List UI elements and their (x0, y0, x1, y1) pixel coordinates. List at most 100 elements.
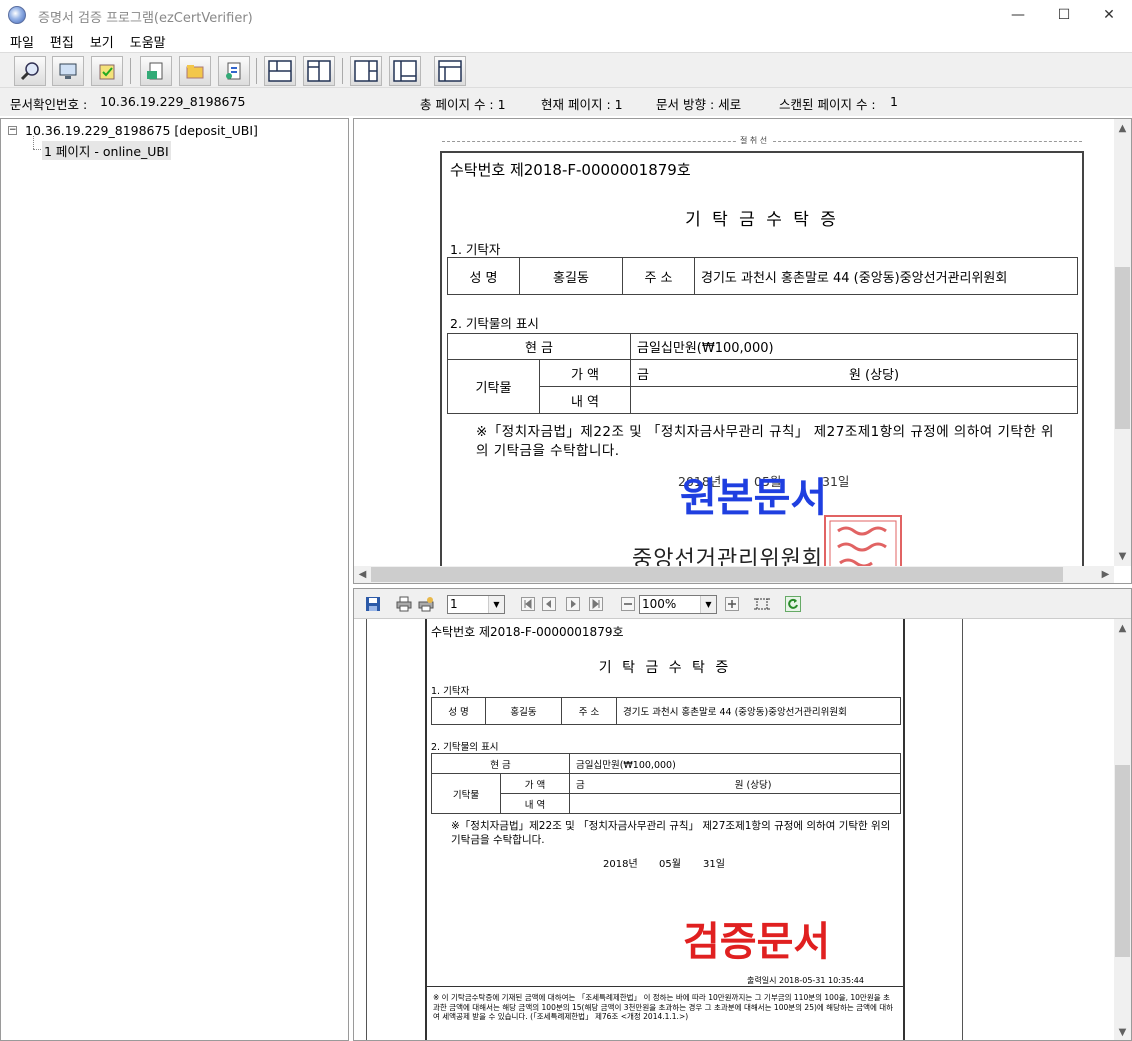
verify-button[interactable] (91, 56, 123, 86)
value-label: 가 액 (539, 359, 631, 387)
save-icon (366, 597, 380, 611)
top-horizontal-scrollbar[interactable]: ◀ ▶ (354, 566, 1114, 583)
top-vertical-scrollbar[interactable]: ▲ ▼ (1114, 119, 1131, 566)
tree-page-node[interactable]: 1 페이지 - online_UBI (42, 141, 171, 160)
value-suffix: 원 (상당) (734, 779, 772, 791)
deposit-table: 현 금 금일십만원(₩100,000) 기탁물 가 액 금 원 (상당) 내 역 (431, 753, 901, 814)
legal-note: ※「정치자금법」제22조 및 「정치자금사무관리 규칙」 제27조제1항의 규정… (476, 424, 1054, 459)
layout-horizontal-button[interactable] (264, 56, 296, 86)
monitor-icon (59, 63, 77, 79)
bottom-vertical-scrollbar[interactable]: ▲ ▼ (1114, 619, 1131, 1040)
save-button[interactable] (365, 596, 381, 612)
zoom-select[interactable]: 100% ▼ (639, 595, 717, 614)
deposit-table: 현 금 금일십만원(₩100,000) 기탁물 가 액 금 원 (상당) 내 역 (447, 333, 1078, 414)
open-folder-button[interactable] (179, 56, 211, 86)
refresh-button[interactable] (785, 596, 801, 612)
chevron-down-icon[interactable]: ▼ (700, 596, 716, 613)
viewer-toolbar: 1 ▼ 100% ▼ (354, 589, 1131, 619)
cut-line-label: 절 취 선 (736, 135, 772, 146)
scroll-left-arrow[interactable]: ◀ (354, 569, 371, 580)
doc-id-label: 문서확인번호 : (10, 97, 88, 112)
tree-collapse-toggle[interactable]: − (8, 126, 17, 135)
fit-page-button[interactable] (754, 596, 770, 612)
first-page-button[interactable] (520, 596, 536, 612)
scroll-up-arrow[interactable]: ▲ (1114, 123, 1131, 134)
item-label: 기탁물 (447, 359, 540, 414)
address-label: 주 소 (622, 257, 695, 295)
app-icon (8, 6, 26, 24)
scan-button[interactable] (14, 56, 46, 86)
monitor-button[interactable] (52, 56, 84, 86)
h-scroll-thumb[interactable] (371, 567, 1063, 582)
verified-viewport: 수탁번호 제2018-F-0000001879호 기 탁 금 수 탁 증 1. … (354, 619, 1114, 1040)
verified-document: 수탁번호 제2018-F-0000001879호 기 탁 금 수 탁 증 1. … (425, 619, 905, 1040)
detail-label: 내 역 (539, 386, 631, 414)
prev-page-button[interactable] (541, 596, 557, 612)
menu-file[interactable]: 파일 (2, 32, 42, 51)
magnifier-icon (20, 62, 39, 81)
document-tree: − 10.36.19.229_8198675 [deposit_UBI] 1 페… (0, 118, 349, 1041)
scroll-down-arrow[interactable]: ▼ (1114, 551, 1131, 562)
scroll-thumb[interactable] (1115, 267, 1130, 429)
main-toolbar (0, 52, 1132, 88)
print-button[interactable] (396, 596, 412, 612)
address-value: 경기도 과천시 홍촌말로 44 (중앙동)중앙선거관리위원회 (694, 257, 1078, 295)
current-page: 현재 페이지 : 1 (541, 97, 623, 112)
layout-vertical-button[interactable] (303, 56, 335, 86)
scanned-pages-value: 1 (890, 94, 898, 109)
detail-label: 내 역 (500, 793, 570, 814)
layout-horizontal-icon (268, 60, 292, 82)
layout-vertical-icon (307, 60, 331, 82)
detail-value (569, 793, 901, 814)
print-setup-button[interactable] (418, 596, 434, 612)
layout-top-button[interactable] (434, 56, 466, 86)
title-bar: 증명서 검증 프로그램(ezCertVerifier) — ☐ ✕ (0, 0, 1132, 30)
app-window: 증명서 검증 프로그램(ezCertVerifier) — ☐ ✕ 파일 편집 … (0, 0, 1132, 1041)
document-title: 기 탁 금 수 탁 증 (685, 210, 839, 230)
name-label: 성 명 (447, 257, 520, 295)
section-deposit-items: 2. 기탁물의 표시 (450, 316, 539, 331)
depositor-table: 성 명 홍길동 주 소 경기도 과천시 홍촌말로 44 (중앙동)중앙선거관리위… (431, 697, 901, 725)
section-deposit-items: 2. 기탁물의 표시 (431, 742, 499, 753)
seal-icon (829, 520, 897, 572)
minimize-button[interactable]: — (995, 0, 1041, 30)
maximize-button[interactable]: ☐ (1041, 0, 1087, 30)
name-label: 성 명 (431, 697, 486, 725)
scroll-up-arrow[interactable]: ▲ (1114, 623, 1131, 634)
export-icon (226, 62, 241, 80)
value-cell: 금 원 (상당) (630, 359, 1078, 387)
zoom-in-button[interactable] (724, 596, 740, 612)
menu-edit[interactable]: 편집 (42, 32, 82, 51)
issue-day: 31일 (703, 859, 725, 870)
scroll-right-arrow[interactable]: ▶ (1097, 569, 1114, 580)
legal-note: ※「정치자금법」제22조 및 「정치자금사무관리 규칙」 제27조제1항의 규정… (451, 820, 891, 846)
item-label: 기탁물 (431, 773, 501, 814)
page-select[interactable]: 1 ▼ (447, 595, 505, 614)
verified-document-label: 검증문서 (683, 919, 831, 965)
document-title: 기 탁 금 수 탁 증 (598, 660, 732, 676)
document-open-icon (147, 62, 163, 80)
layout-right-button[interactable] (350, 56, 382, 86)
value-prefix: 금 (637, 367, 649, 383)
scanned-pages-label: 스캔된 페이지 수 : (779, 97, 876, 112)
menu-view[interactable]: 보기 (82, 32, 122, 51)
next-page-button[interactable] (565, 596, 581, 612)
layout-left-button[interactable] (389, 56, 421, 86)
receipt-number: 수탁번호 제2018-F-0000001879호 (450, 161, 691, 179)
menu-help[interactable]: 도움말 (122, 32, 174, 51)
scroll-thumb[interactable] (1115, 765, 1130, 957)
close-button[interactable]: ✕ (1086, 0, 1132, 30)
export-button[interactable] (218, 56, 250, 86)
cash-label: 현 금 (431, 753, 570, 774)
window-title: 증명서 검증 프로그램(ezCertVerifier) (38, 11, 253, 26)
tree-root-node[interactable]: 10.36.19.229_8198675 [deposit_UBI] (25, 123, 258, 138)
first-page-icon (521, 597, 535, 611)
value-prefix: 금 (576, 779, 585, 791)
scroll-down-arrow[interactable]: ▼ (1114, 1027, 1131, 1038)
zoom-out-button[interactable] (620, 596, 636, 612)
chevron-down-icon[interactable]: ▼ (488, 596, 504, 613)
issue-month: 05월 (659, 859, 681, 870)
name-value: 홍길동 (485, 697, 562, 725)
last-page-button[interactable] (588, 596, 604, 612)
open-original-button[interactable] (140, 56, 172, 86)
